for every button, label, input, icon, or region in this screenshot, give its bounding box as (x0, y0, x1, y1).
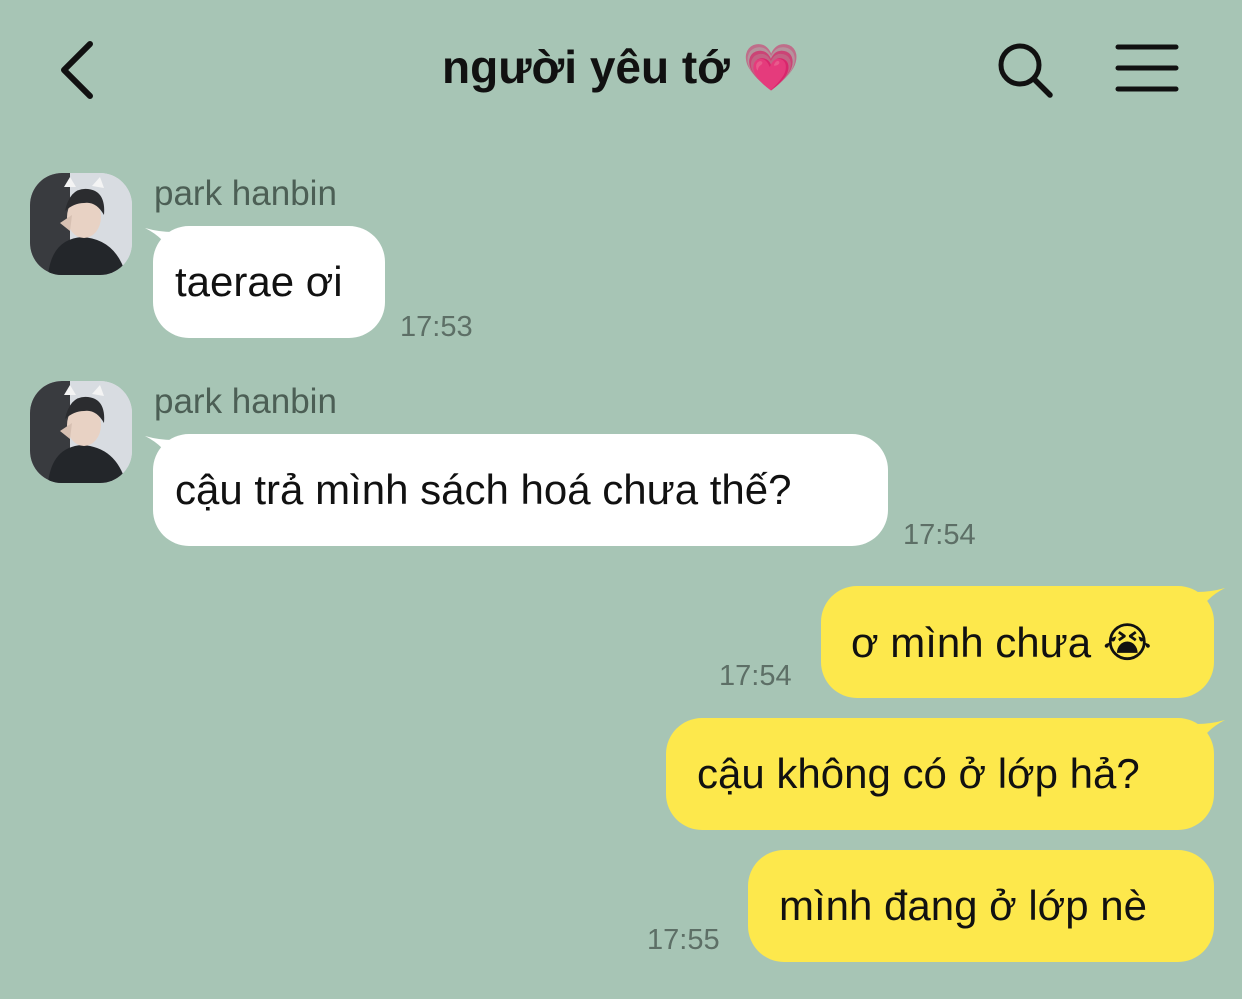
message-time: 17:54 (719, 660, 792, 692)
message-text: cậu trả mình sách hoá chưa thế? (175, 466, 792, 513)
message-time: 17:55 (647, 924, 720, 956)
message-bubble-outgoing[interactable]: cậu không có ở lớp hả? (666, 718, 1214, 830)
message-bubble-outgoing[interactable]: ơ mình chưa 😭 (821, 586, 1214, 698)
message-time: 17:53 (400, 311, 473, 343)
search-icon (998, 43, 1053, 98)
sender-name: park hanbin (154, 382, 337, 421)
sender-avatar[interactable] (30, 381, 132, 483)
avatar-photo (30, 173, 132, 275)
menu-button[interactable] (1114, 42, 1180, 94)
message-bubble-incoming[interactable]: cậu trả mình sách hoá chưa thế? (153, 434, 888, 546)
bubble-tail (1197, 588, 1225, 616)
message-text: cậu không có ở lớp hả? (697, 750, 1140, 797)
message-text: ơ mình chưa 😭 (851, 618, 1152, 666)
search-button[interactable] (994, 40, 1056, 100)
message-text: mình đang ở lớp nè (779, 882, 1147, 929)
bubble-tail (1197, 720, 1225, 748)
hamburger-menu-icon (1115, 44, 1179, 92)
chat-header: người yêu tớ 💗 (0, 0, 1242, 140)
message-text: taerae ơi (175, 258, 343, 305)
message-bubble-incoming[interactable]: taerae ơi (153, 226, 385, 338)
sender-avatar[interactable] (30, 173, 132, 275)
sender-name: park hanbin (154, 174, 337, 213)
message-time: 17:54 (903, 519, 976, 551)
avatar-photo (30, 381, 132, 483)
message-bubble-outgoing[interactable]: mình đang ở lớp nè (748, 850, 1214, 962)
